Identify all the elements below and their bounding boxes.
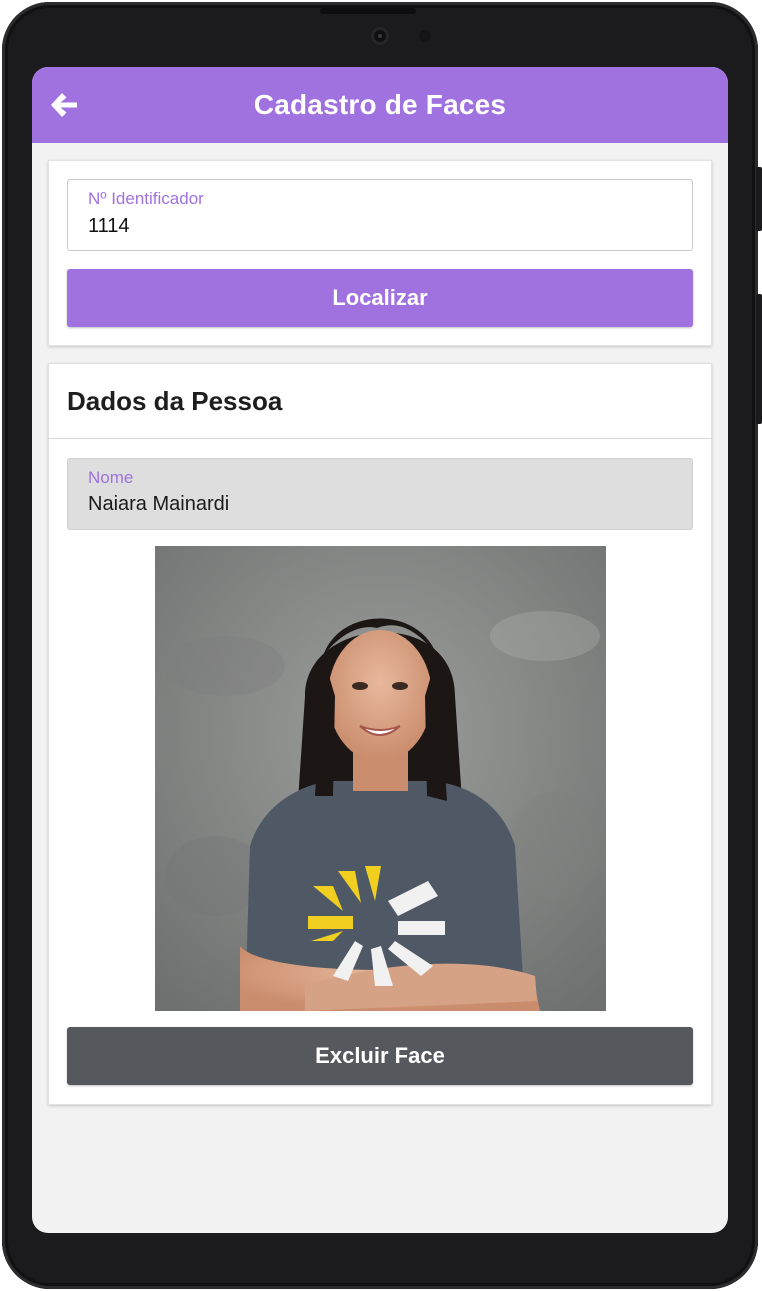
arrow-left-icon [51, 93, 77, 117]
delete-face-button[interactable]: Excluir Face [67, 1027, 693, 1085]
app-screen: Cadastro de Faces Nº Identificador Local… [32, 67, 728, 1233]
localizar-button[interactable]: Localizar [67, 269, 693, 327]
section-title: Dados da Pessoa [67, 386, 283, 416]
back-button[interactable] [46, 87, 82, 123]
face-photo [155, 546, 606, 1011]
front-camera [371, 27, 389, 45]
page-title: Cadastro de Faces [253, 89, 507, 120]
person-card: Dados da Pessoa Nome Naiara Mainardi Exc… [48, 363, 712, 1105]
name-value: Naiara Mainardi [88, 493, 230, 515]
search-card: Nº Identificador Localizar [48, 160, 712, 346]
volume-button [756, 167, 762, 231]
card-header: Dados da Pessoa [49, 364, 711, 439]
name-label: Nome [88, 468, 134, 487]
identifier-field[interactable]: Nº Identificador [67, 179, 693, 251]
identifier-label: Nº Identificador [88, 189, 204, 208]
app-bar: Cadastro de Faces [32, 67, 728, 143]
power-button [756, 294, 762, 424]
speaker-grille [320, 8, 416, 14]
identifier-input[interactable] [88, 212, 668, 240]
light-sensor [419, 30, 431, 42]
name-field: Nome Naiara Mainardi [67, 458, 693, 530]
